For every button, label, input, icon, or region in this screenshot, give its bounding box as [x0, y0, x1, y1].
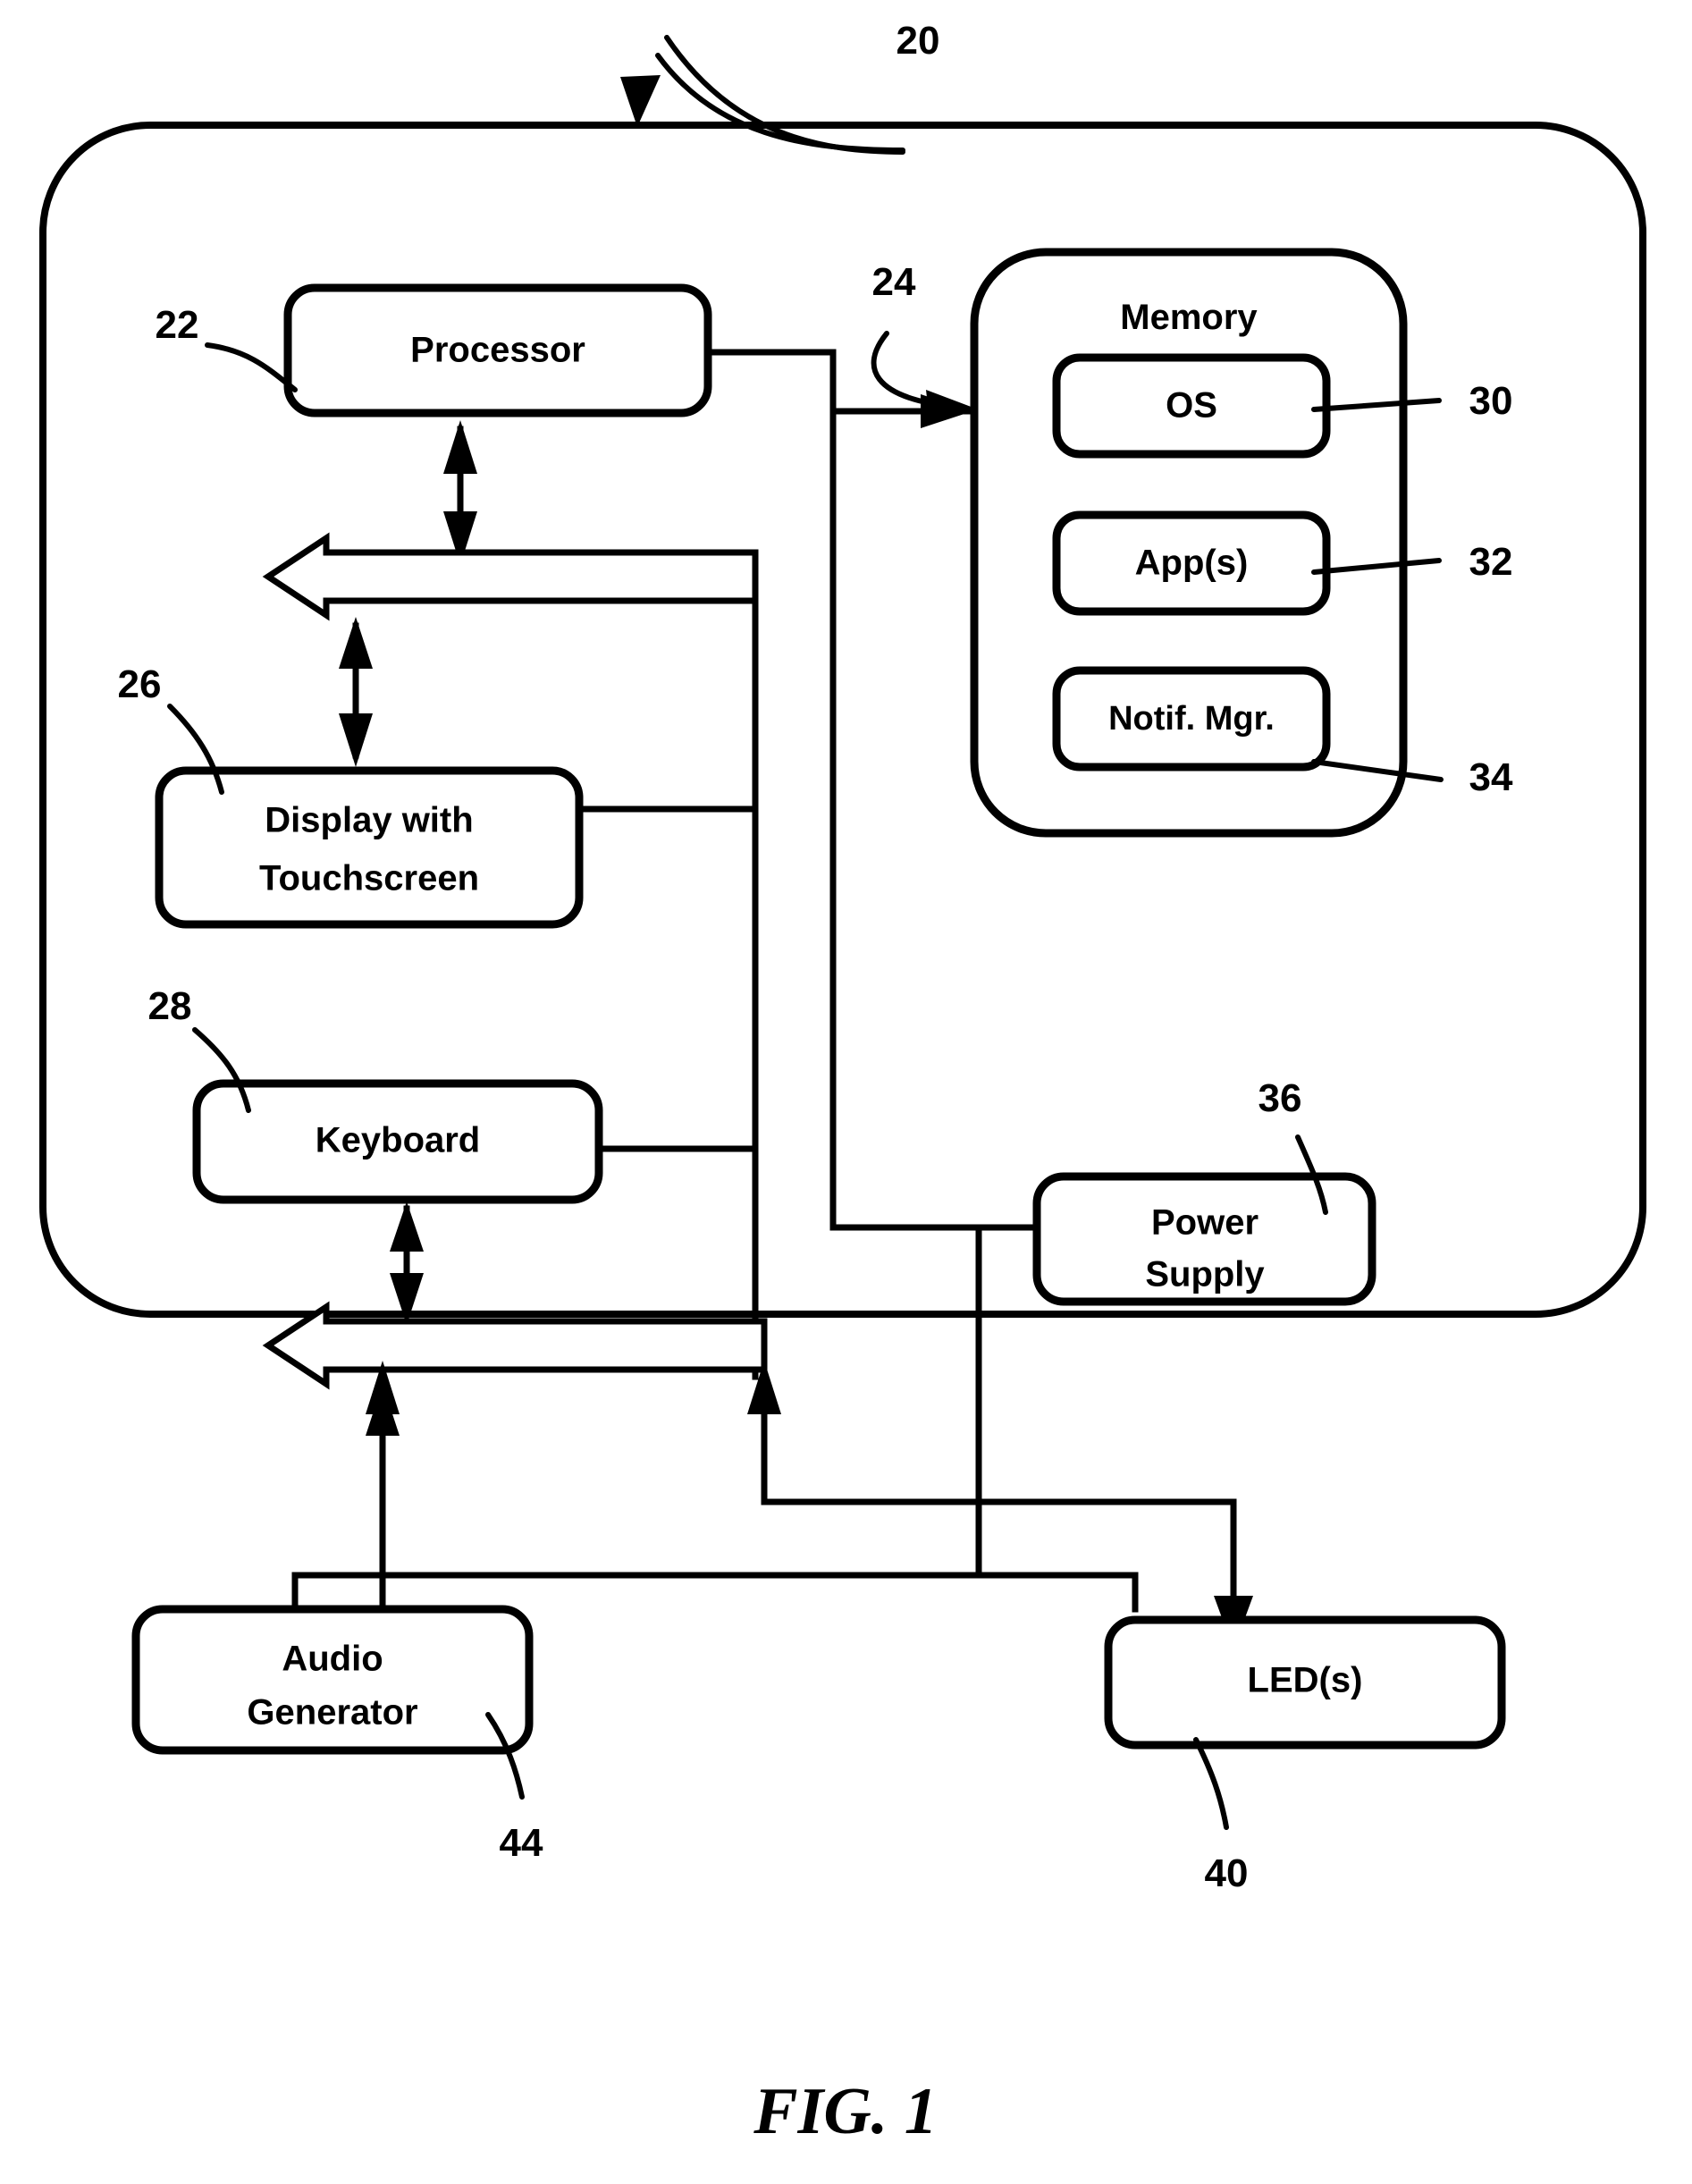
audio-generator-label-line1: Audio [282, 1640, 383, 1679]
ref-number-20: 20 [897, 19, 940, 63]
upper-bus-arrow [262, 532, 759, 621]
bus-bottom-right-run [761, 1498, 1237, 1604]
ref-number-40: 40 [1205, 1851, 1249, 1895]
keyboard-label: Keyboard [316, 1121, 481, 1160]
block-diagram-canvas: 20 24 Processor 22 Display with Touchscr… [39, 19, 1646, 2148]
ref-arrowhead-20 [620, 75, 661, 127]
lower-bus-arrow [262, 1301, 768, 1390]
power-supply-label-line2: Supply [1145, 1255, 1265, 1294]
ref-number-28: 28 [148, 984, 192, 1028]
display-label-line2: Touchscreen [259, 859, 479, 898]
display-label-line1: Display with [265, 801, 473, 840]
memory-item-os-label: OS [1166, 386, 1217, 426]
ref-number-22: 22 [156, 303, 199, 347]
ref-leader-40 [1193, 1737, 1229, 1830]
memory-title: Memory [1120, 298, 1258, 337]
memory-item-apps-label: App(s) [1135, 544, 1249, 583]
ref-number-44: 44 [500, 1821, 543, 1865]
memory-item-notif-label: Notif. Mgr. [1108, 700, 1275, 738]
ref-number-32: 32 [1469, 540, 1513, 584]
ref-number-30: 30 [1469, 379, 1513, 423]
ref-number-24: 24 [872, 260, 916, 304]
processor-label: Processor [410, 331, 585, 370]
ref-number-34: 34 [1469, 755, 1513, 799]
audio-generator-label-line2: Generator [247, 1693, 417, 1733]
figure-caption: FIG. 1 [753, 2075, 938, 2148]
ref-number-26: 26 [118, 662, 162, 706]
ref-number-36: 36 [1258, 1076, 1302, 1120]
leds-label: LED(s) [1248, 1661, 1363, 1700]
power-supply-label-line1: Power [1151, 1203, 1258, 1243]
patent-figure: 20 24 Processor 22 Display with Touchscr… [0, 0, 1692, 2184]
